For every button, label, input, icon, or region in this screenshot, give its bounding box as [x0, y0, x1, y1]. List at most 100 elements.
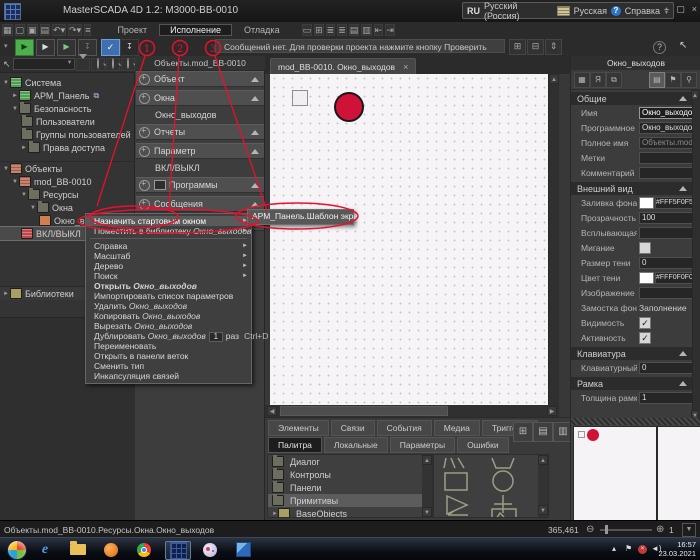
property-input[interactable] [639, 167, 695, 179]
bottom-tab[interactable]: Медиа [434, 420, 480, 436]
color-hex-value[interactable]: #FFF5F0F5 [655, 197, 693, 209]
scroll-up-icon[interactable]: ▲ [549, 74, 559, 84]
monitor-icon[interactable]: ▦ [574, 72, 590, 88]
canvas-circle-shape[interactable] [334, 92, 364, 122]
section-row[interactable]: ВКЛ/ВЫКЛ [135, 162, 265, 174]
tree-item[interactable]: АРМ_Панель ⧉ [0, 89, 135, 102]
collapse-icon[interactable] [251, 202, 259, 207]
layout-grid-icon[interactable]: ⊞ [513, 422, 533, 442]
palette-tab[interactable]: Ошибки [457, 437, 509, 453]
tree-item[interactable]: Права доступа [0, 141, 135, 154]
color-swatch[interactable] [639, 272, 654, 284]
bottom-tab[interactable]: События [377, 420, 432, 436]
toolbar-icon[interactable]: ≡ [84, 24, 91, 36]
palette-item[interactable]: Панели [268, 481, 432, 494]
window-canvas[interactable] [270, 74, 548, 405]
expander-icon[interactable] [21, 145, 28, 151]
property-checkbox[interactable] [639, 242, 651, 254]
palette-tab[interactable]: Локальные [324, 437, 388, 453]
collapse-icon[interactable] [679, 96, 687, 101]
scroll-down-icon[interactable]: ▼ [538, 505, 548, 515]
layout-rows-icon[interactable]: ▤ [533, 422, 553, 442]
palette-item[interactable]: Контролы [268, 468, 432, 481]
section-row[interactable]: Окно_выходов [135, 109, 265, 121]
search-dropdown-icon[interactable]: ▼ [67, 60, 73, 66]
section-row[interactable]: Программы [136, 177, 264, 193]
expander-icon[interactable] [12, 106, 19, 112]
fit-view-icon[interactable]: ▼ [682, 523, 696, 537]
property-checkbox[interactable] [639, 317, 651, 329]
tray-flag-icon[interactable]: ⚑ [625, 544, 632, 553]
restore-button[interactable]: ▢ [676, 4, 685, 15]
start-window-submenu-item[interactable]: АРМ_Панель.Шаблон экрана [247, 209, 354, 225]
taskbar-3d-app-icon[interactable] [231, 541, 255, 558]
menu-item[interactable]: Вырезать Окно_выходов [86, 321, 251, 331]
start-button[interactable] [7, 540, 27, 560]
collapse-icon[interactable] [251, 183, 259, 188]
property-input[interactable]: 0 [639, 257, 695, 269]
bottom-tab[interactable]: Связи [331, 420, 375, 436]
taskbar-paint-icon[interactable] [198, 541, 222, 558]
property-input[interactable]: 100 [639, 212, 695, 224]
flag-icon[interactable]: ⚑ [665, 72, 681, 88]
layout-name[interactable]: Русская [574, 6, 607, 16]
deploy-icon[interactable]: ↧ [120, 39, 139, 56]
expander-icon[interactable] [3, 80, 10, 86]
run-options-icon[interactable]: ▾ [4, 42, 8, 50]
property-input[interactable]: 0 [639, 362, 695, 374]
menu-item[interactable]: Поместить в библиотеку Окно_выходов [86, 226, 251, 236]
tree-item[interactable]: Ресурсы [0, 188, 135, 201]
menu-item[interactable]: Дублировать Окно_выходов1разCtrl+D [86, 331, 251, 341]
property-input[interactable] [639, 152, 695, 164]
minimize-button[interactable]: – [664, 4, 669, 15]
palette-item[interactable]: Примитивы [268, 494, 432, 507]
close-button[interactable]: × [692, 4, 697, 15]
zoom-slider-handle[interactable] [605, 525, 608, 534]
align-icon[interactable]: ▥ [361, 24, 372, 36]
tree-item[interactable]: Безопасность [0, 102, 135, 115]
palette-tab[interactable]: Параметры [390, 437, 455, 453]
scroll-left-icon[interactable]: ◀ [267, 406, 277, 416]
section-row[interactable]: Окна [136, 90, 264, 106]
taskbar-media-icon[interactable] [99, 541, 123, 558]
taskbar-ie-icon[interactable]: e [33, 541, 57, 558]
window-thumbnail-empty[interactable] [657, 426, 700, 521]
collapse-icon[interactable] [679, 186, 687, 191]
mode-tab[interactable]: Исполнение [159, 24, 232, 36]
align-icon[interactable]: ≣ [326, 24, 336, 36]
add-message-icon[interactable]: ⊞ [509, 39, 526, 55]
mode-tab[interactable]: Отладка [234, 25, 290, 35]
help-icon[interactable]: ? [611, 6, 621, 16]
scroll-up-icon[interactable]: ▲ [538, 455, 548, 465]
canvas-hscrollbar[interactable]: ◀ ▶ [265, 405, 559, 417]
menu-item[interactable]: Переименовать [86, 341, 251, 351]
menu-item[interactable]: Копировать Окно_выходов [86, 311, 251, 321]
start-service-button[interactable]: ▶ [36, 39, 55, 56]
language-name[interactable]: Русский (Россия) [484, 1, 553, 21]
toolbar-icon[interactable]: ↷▾ [68, 24, 82, 36]
toolbar-icon[interactable]: ▤ [40, 24, 51, 36]
property-group-header[interactable]: Общие [571, 92, 695, 105]
collapse-icon[interactable] [251, 130, 259, 135]
expander-icon[interactable] [21, 192, 28, 198]
menu-item[interactable]: Импортировать список параметров [86, 291, 251, 301]
filter-icon[interactable] [76, 58, 90, 71]
events-filter-icon[interactable]: ⚲ [681, 72, 697, 88]
shapes-scrollbar[interactable]: ▲ ▼ [538, 455, 548, 517]
tree-item[interactable]: Группы пользователей [0, 128, 135, 141]
align-icon[interactable]: ≣ [337, 24, 347, 36]
property-group-header[interactable]: Клавиатура [571, 347, 695, 360]
menu-item[interactable]: Открыть в панели веток [86, 351, 251, 361]
palette-item[interactable]: BaseObjects [268, 507, 432, 518]
properties-scrollbar[interactable]: ▲ ▼ [692, 90, 700, 474]
collapse-icon[interactable] [251, 149, 259, 154]
toolbar-icon[interactable]: ↶▾ [52, 24, 66, 36]
hscroll-thumb[interactable] [280, 406, 448, 416]
property-checkbox[interactable] [639, 332, 651, 344]
canvas-vscrollbar[interactable]: ▲ [548, 74, 559, 405]
menu-item[interactable]: Удалить Окно_выходов [86, 301, 251, 311]
tree-item[interactable]: Объекты [0, 161, 135, 175]
window-thumbnail[interactable] [573, 426, 657, 521]
menu-item[interactable]: Справка [86, 241, 251, 251]
tree-item[interactable]: Система [0, 76, 135, 89]
